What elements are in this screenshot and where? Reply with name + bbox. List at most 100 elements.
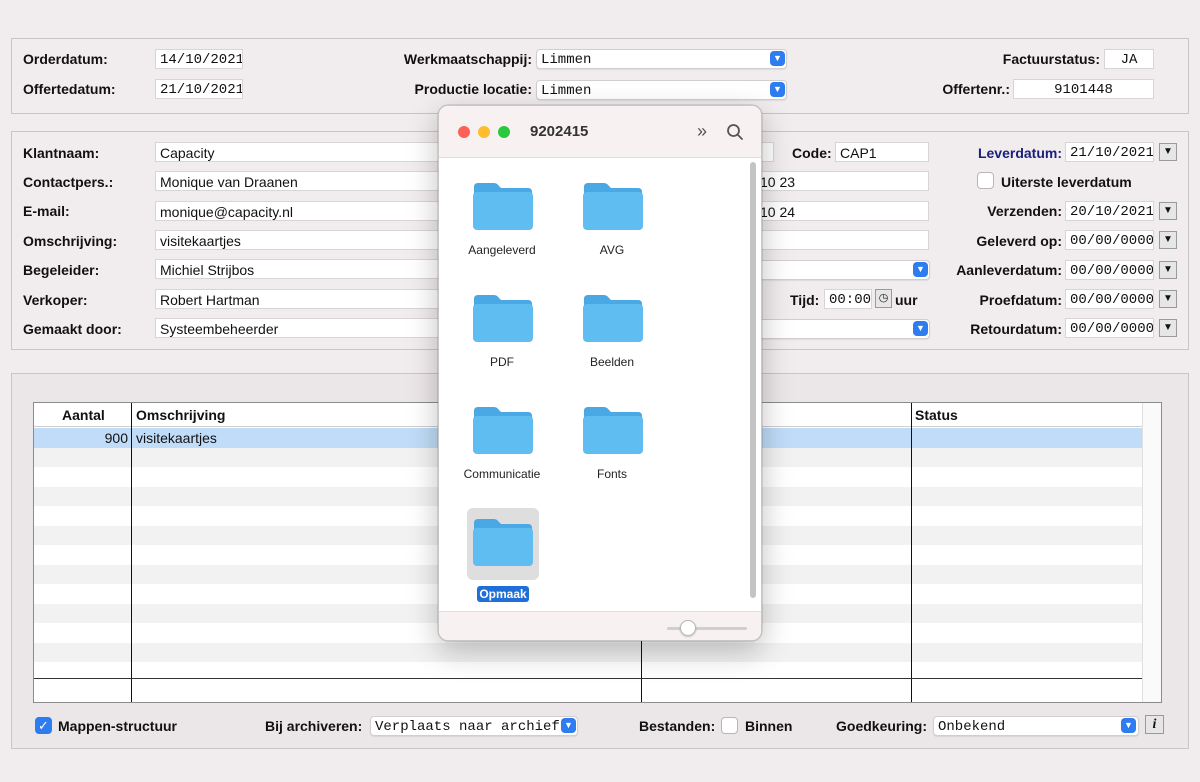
- retourdatum-label: Retourdatum:: [970, 321, 1062, 337]
- header-aantal[interactable]: Aantal: [62, 407, 105, 423]
- leverdatum-dropdown-icon[interactable]: ▼: [1159, 143, 1177, 161]
- folder-item[interactable]: Opmaak: [447, 508, 557, 612]
- proefdatum-field[interactable]: 00/00/0000: [1065, 289, 1154, 309]
- offertenr-field[interactable]: 9101448: [1013, 79, 1154, 99]
- gemaakt-field[interactable]: Systeembeheerder: [155, 318, 445, 338]
- verkoper-label: Verkoper:: [23, 292, 88, 308]
- productie-chevron-icon[interactable]: ▼: [770, 82, 785, 97]
- orderdatum-field[interactable]: 14/10/2021: [155, 49, 243, 69]
- header-omschrijving[interactable]: Omschrijving: [136, 407, 225, 423]
- folder-item[interactable]: PDF: [447, 288, 557, 388]
- klantnaam-field[interactable]: Capacity: [155, 142, 445, 162]
- omschrijving-extra-field[interactable]: [755, 230, 929, 250]
- zoom-dot[interactable]: [498, 126, 510, 138]
- klantnaam-label: Klantnaam:: [23, 145, 100, 161]
- contactpers-label: Contactpers.:: [23, 174, 114, 190]
- chevron-double-right-icon[interactable]: »: [697, 121, 707, 142]
- column-divider: [911, 403, 912, 702]
- telefoon-field[interactable]: 10 23: [755, 171, 929, 191]
- gemaakt-extra-select[interactable]: [755, 319, 930, 339]
- table-footer-line: [34, 678, 1142, 679]
- folder-name: Opmaak: [477, 586, 529, 602]
- minimize-dot[interactable]: [478, 126, 490, 138]
- row-aantal: 900: [104, 430, 128, 446]
- fax-field[interactable]: 10 24: [755, 201, 929, 221]
- contactpers-field[interactable]: Monique van Draanen: [155, 171, 445, 191]
- finder-titlebar[interactable]: 9202415 »: [439, 106, 761, 158]
- gemaakt-extra-chevron-icon[interactable]: ▼: [913, 321, 928, 336]
- finder-scrollbar[interactable]: [750, 162, 756, 598]
- row-omschrijving: visitekaartjes: [136, 430, 217, 446]
- mappen-structuur-checkbox[interactable]: ✓: [35, 717, 52, 734]
- aanleverdatum-dropdown-icon[interactable]: ▼: [1159, 261, 1177, 279]
- folder-item[interactable]: AVG: [557, 176, 667, 276]
- search-icon[interactable]: [726, 123, 744, 141]
- code-label: Code:: [792, 145, 832, 161]
- column-divider: [131, 403, 132, 702]
- folder-icon: [583, 295, 643, 342]
- finder-window[interactable]: 9202415 » Aangeleverd AVG PDF Beelden Commun…: [438, 105, 762, 641]
- header-status[interactable]: Status: [915, 407, 958, 423]
- begeleider-extra-chevron-icon[interactable]: ▼: [913, 262, 928, 277]
- zoom-slider-track[interactable]: [667, 627, 747, 630]
- orderdatum-label: Orderdatum:: [23, 51, 108, 67]
- leverdatum-field[interactable]: 21/10/2021: [1065, 142, 1154, 162]
- begeleider-extra-select[interactable]: [755, 260, 930, 280]
- begeleider-label: Begeleider:: [23, 262, 100, 278]
- info-icon[interactable]: i: [1145, 715, 1164, 734]
- goedkeuring-select[interactable]: Onbekend: [933, 716, 1139, 736]
- geleverd-label: Geleverd op:: [976, 233, 1062, 249]
- werkmaatschappij-chevron-icon[interactable]: ▼: [770, 51, 785, 66]
- folder-item[interactable]: Fonts: [557, 400, 667, 500]
- uiterste-leverdatum-label: Uiterste leverdatum: [1001, 174, 1132, 190]
- retourdatum-dropdown-icon[interactable]: ▼: [1159, 319, 1177, 337]
- factuurstatus-field[interactable]: JA: [1104, 49, 1154, 69]
- folder-icon: [583, 183, 643, 230]
- offertedatum-field[interactable]: 21/10/2021: [155, 79, 243, 99]
- aanleverdatum-label: Aanleverdatum:: [956, 262, 1062, 278]
- werkmaatschappij-label: Werkmaatschappij:: [403, 51, 532, 67]
- tijd-label: Tijd:: [790, 292, 820, 308]
- gemaakt-label: Gemaakt door:: [23, 321, 122, 337]
- geleverd-dropdown-icon[interactable]: ▼: [1159, 231, 1177, 249]
- folder-name: PDF: [490, 355, 514, 369]
- folder-name: AVG: [599, 243, 625, 257]
- table-scrollbar[interactable]: [1142, 403, 1161, 702]
- folder-icon: [583, 407, 643, 454]
- folder-item[interactable]: Communicatie: [447, 400, 557, 500]
- werkmaatschappij-select[interactable]: Limmen: [536, 49, 787, 69]
- close-dot[interactable]: [458, 126, 470, 138]
- mappen-structuur-label: Mappen-structuur: [58, 718, 177, 734]
- goedkeuring-chevron-icon[interactable]: ▼: [1121, 718, 1136, 733]
- clock-icon[interactable]: ◷: [875, 289, 892, 308]
- binnen-label: Binnen: [745, 718, 793, 734]
- archiveren-chevron-icon[interactable]: ▼: [561, 718, 576, 733]
- begeleider-field[interactable]: Michiel Strijbos: [155, 259, 445, 279]
- retourdatum-field[interactable]: 00/00/0000: [1065, 318, 1154, 338]
- zoom-slider-knob[interactable]: [680, 620, 696, 636]
- verkoper-field[interactable]: Robert Hartman: [155, 289, 445, 309]
- email-label: E-mail:: [23, 203, 70, 219]
- finder-statusbar: [439, 611, 761, 640]
- folder-item[interactable]: Aangeleverd: [447, 176, 557, 276]
- uur-label: uur: [895, 292, 918, 308]
- geleverd-field[interactable]: 00/00/0000: [1065, 230, 1154, 250]
- folder-item[interactable]: Beelden: [557, 288, 667, 388]
- tijd-field[interactable]: 00:00: [824, 289, 872, 309]
- productie-select[interactable]: Limmen: [536, 80, 787, 100]
- proefdatum-dropdown-icon[interactable]: ▼: [1159, 290, 1177, 308]
- folder-name: Beelden: [589, 355, 635, 369]
- binnen-checkbox[interactable]: [721, 717, 738, 734]
- omschrijving-field[interactable]: visitekaartjes: [155, 230, 445, 250]
- aanleverdatum-field[interactable]: 00/00/0000: [1065, 260, 1154, 280]
- finder-title: 9202415: [530, 123, 589, 140]
- uiterste-leverdatum-checkbox[interactable]: [977, 172, 994, 189]
- archiveren-label: Bij archiveren:: [265, 718, 363, 734]
- code-field[interactable]: CAP1: [835, 142, 929, 162]
- verzenden-field[interactable]: 20/10/2021: [1065, 201, 1154, 221]
- table-row[interactable]: [34, 642, 1142, 662]
- folder-icon: [473, 519, 533, 566]
- email-field[interactable]: monique@capacity.nl: [155, 201, 445, 221]
- archiveren-select[interactable]: Verplaats naar archief-map: [370, 716, 578, 736]
- verzenden-dropdown-icon[interactable]: ▼: [1159, 202, 1177, 220]
